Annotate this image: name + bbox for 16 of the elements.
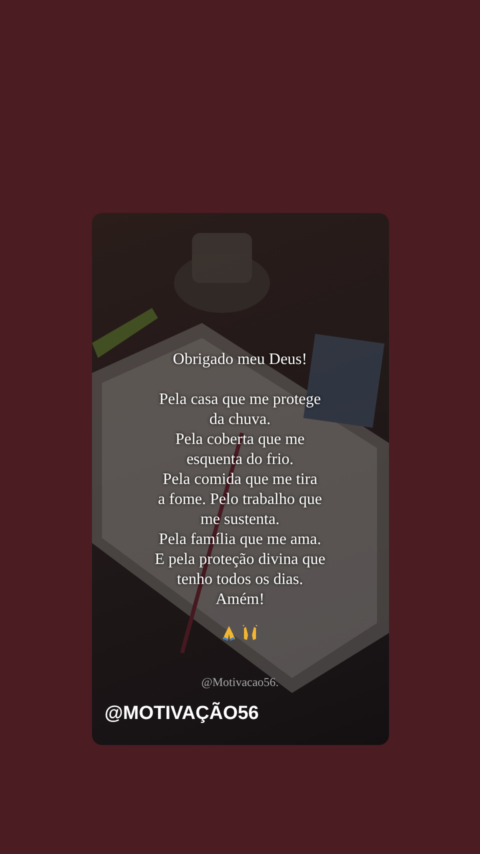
caption-line: esquenta do frio. [186,450,294,470]
caption-line: Amém! [216,590,264,610]
caption-line: da chuva. [209,410,271,430]
caption-line: E pela proteção divina que [154,550,326,570]
caption-line: Pela casa que me protege [159,390,321,410]
caption-line: Pela comida que me tira [162,470,318,490]
praying-hands-icon [222,625,236,641]
caption-title: Obrigado meu Deus! [172,350,308,370]
caption-line: me sustenta. [200,510,280,530]
raised-hands-icon [242,625,258,641]
credit-text: @Motivacao56. [201,675,279,690]
account-handle: @MOTIVAÇÃO56 [104,703,260,725]
caption-line: Pela família que me ama. [158,530,322,550]
caption-line: Pela coberta que me [175,430,305,450]
caption-line: tenho todos os dias. [176,570,304,590]
caption-line: a fome. Pelo trabalho que [158,490,322,510]
